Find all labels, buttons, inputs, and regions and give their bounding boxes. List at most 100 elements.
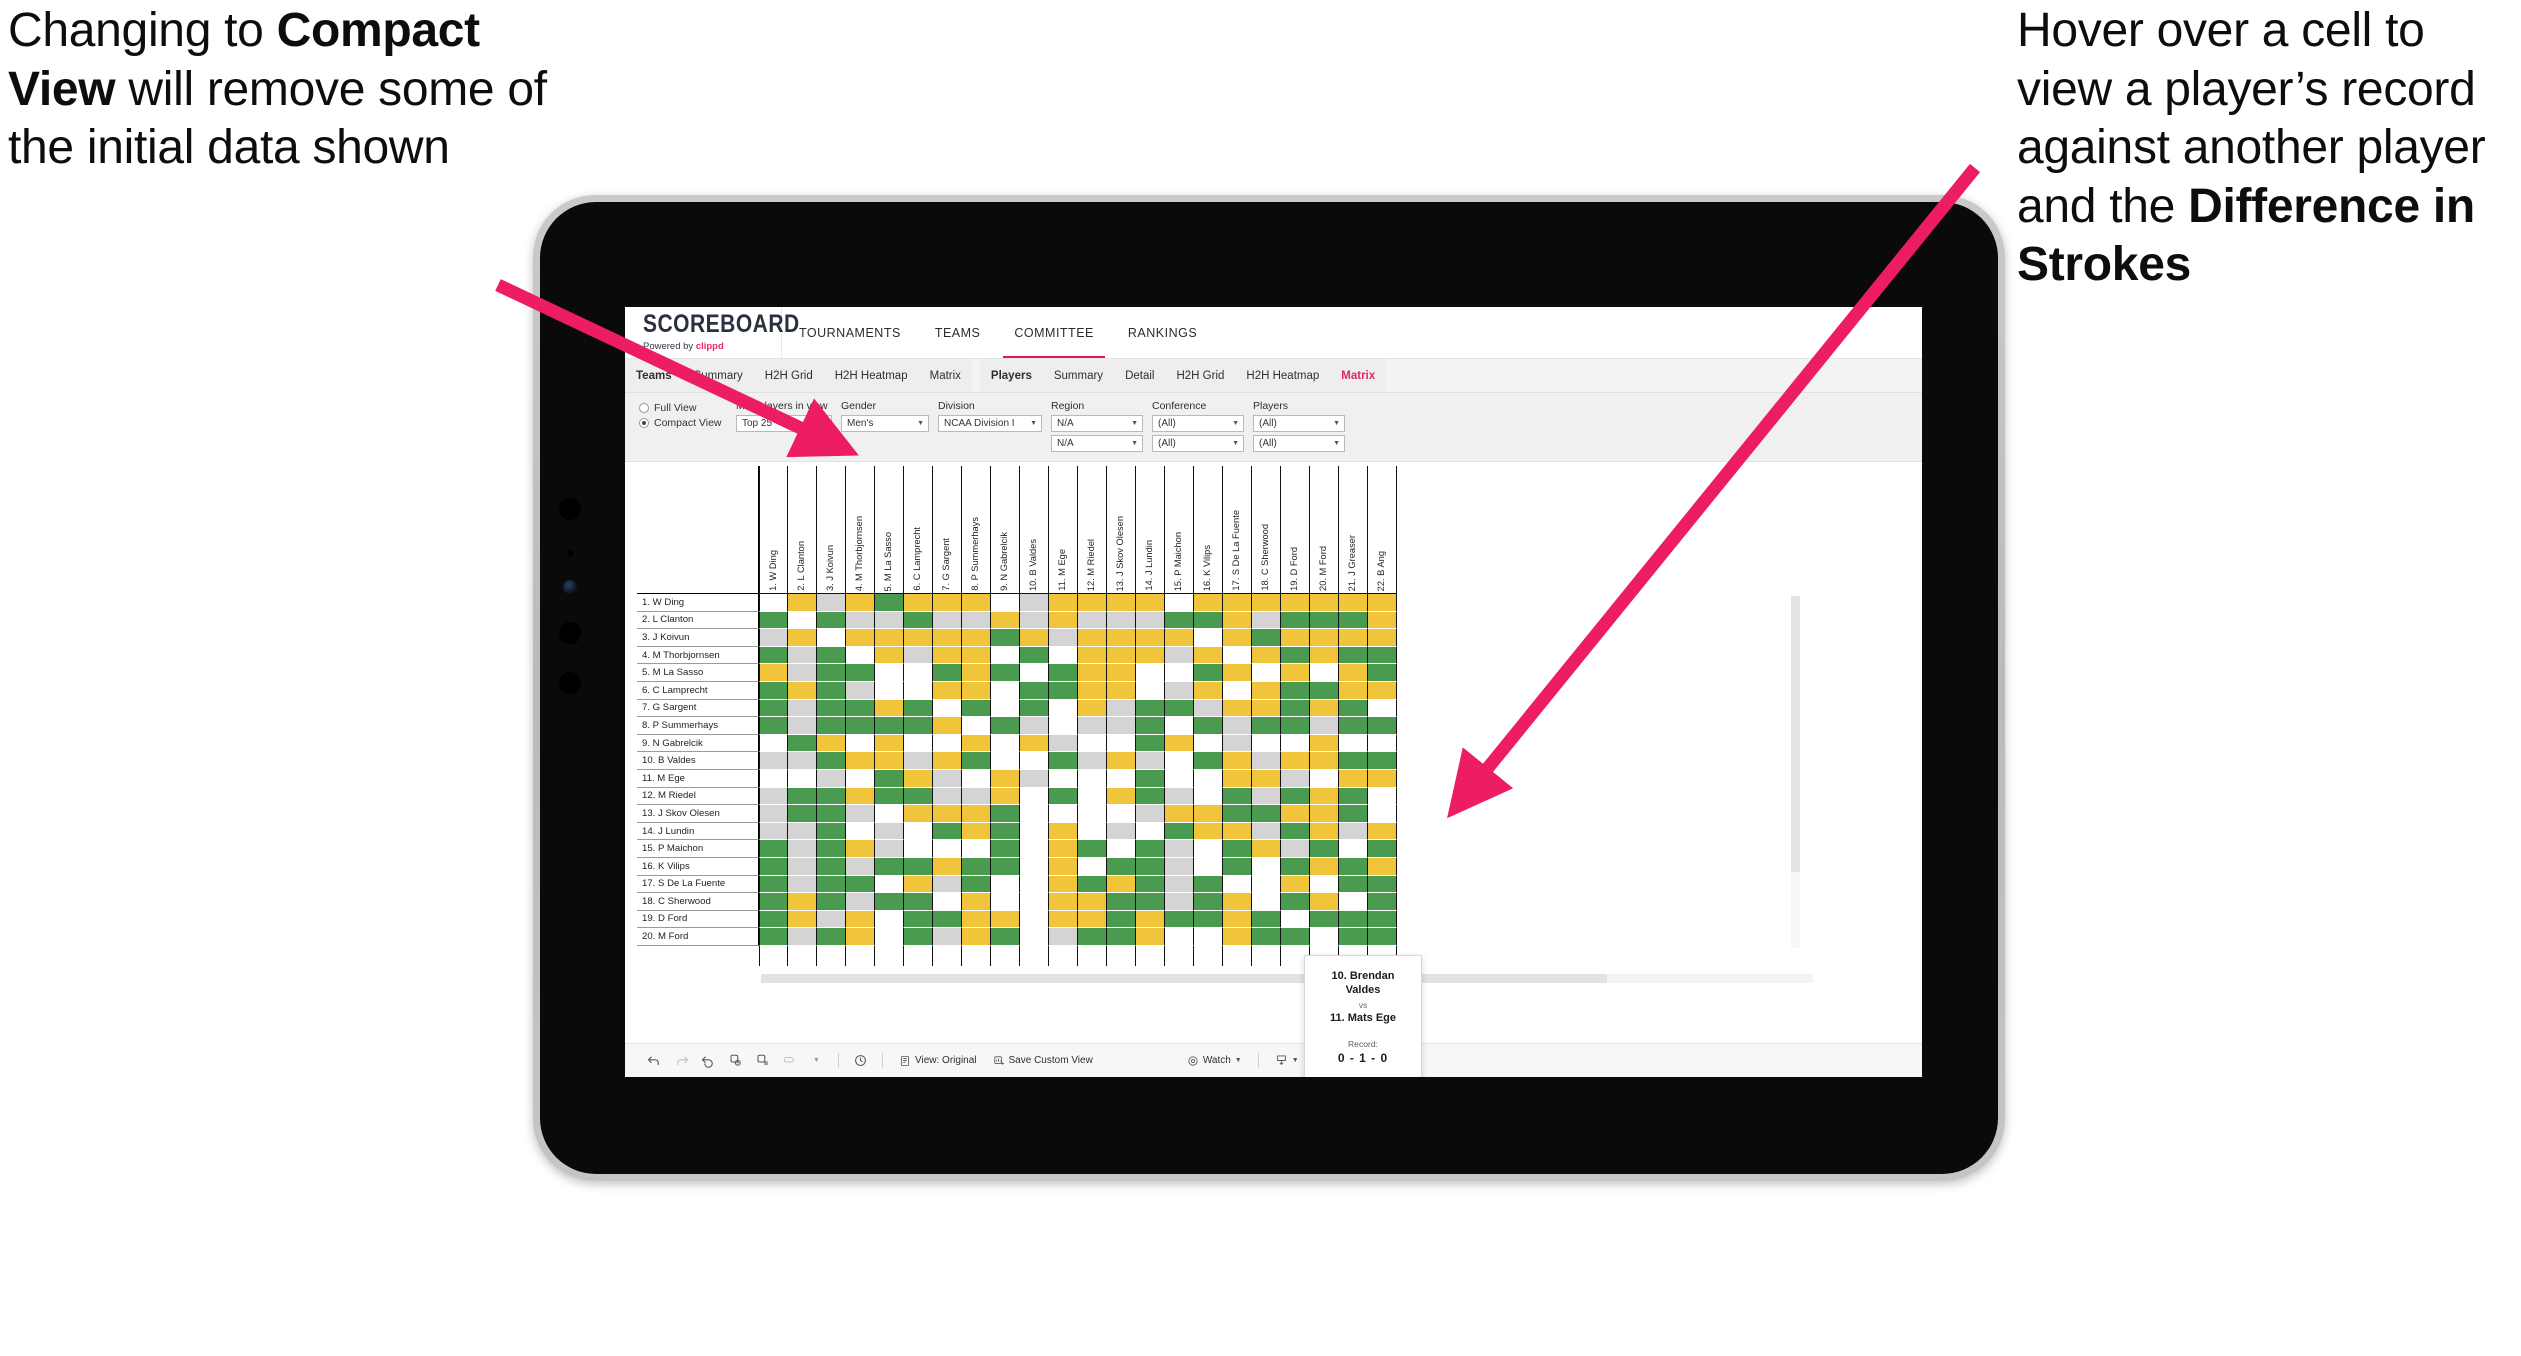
matrix-cell[interactable] <box>962 769 991 788</box>
matrix-cell[interactable] <box>1368 928 1397 946</box>
matrix-cell[interactable] <box>875 910 904 929</box>
matrix-cell[interactable] <box>1281 699 1310 718</box>
matrix-cell[interactable] <box>1310 611 1339 630</box>
matrix-cell[interactable] <box>1049 699 1078 718</box>
matrix-cell[interactable] <box>1078 805 1107 823</box>
matrix-cell[interactable] <box>759 752 788 770</box>
matrix-cell[interactable] <box>1165 611 1194 630</box>
horizontal-scrollbar-thumb[interactable] <box>761 974 1607 983</box>
matrix-cell[interactable] <box>933 787 962 806</box>
matrix-row-label[interactable]: 15. P Maichon <box>637 840 759 858</box>
matrix-column-header[interactable]: 17. S De La Fuente <box>1223 466 1252 594</box>
matrix-cell[interactable] <box>933 769 962 788</box>
subtab-players-detail[interactable]: Detail <box>1114 370 1165 382</box>
matrix-cell[interactable] <box>962 734 991 753</box>
matrix-column-header[interactable]: 21. J Greaser <box>1339 466 1368 594</box>
matrix-cell[interactable] <box>991 752 1020 770</box>
nav-teams[interactable]: TEAMS <box>918 307 998 358</box>
matrix-cell[interactable] <box>904 717 933 735</box>
matrix-grid[interactable] <box>759 594 1397 946</box>
matrix-cell[interactable] <box>933 752 962 770</box>
matrix-cell[interactable] <box>1165 717 1194 735</box>
matrix-cell[interactable] <box>991 734 1020 753</box>
matrix-cell[interactable] <box>1310 857 1339 876</box>
filter-players-select[interactable]: (All) ▼ <box>1253 415 1345 432</box>
matrix-cell[interactable] <box>1281 910 1310 929</box>
matrix-cell[interactable] <box>875 611 904 630</box>
matrix-cell[interactable] <box>759 629 788 647</box>
matrix-cell[interactable] <box>1049 928 1078 946</box>
matrix-cell[interactable] <box>1339 893 1368 911</box>
matrix-column-header[interactable]: 7. G Sargent <box>933 466 962 594</box>
matrix-cell[interactable] <box>788 805 817 823</box>
matrix-cell[interactable] <box>962 805 991 823</box>
matrix-cell[interactable] <box>1223 646 1252 665</box>
matrix-cell[interactable] <box>817 787 846 806</box>
matrix-cell[interactable] <box>817 857 846 876</box>
matrix-cell[interactable] <box>933 629 962 647</box>
matrix-cell[interactable] <box>1339 717 1368 735</box>
matrix-column-header[interactable]: 14. J Lundin <box>1136 466 1165 594</box>
matrix-cell[interactable] <box>1310 893 1339 911</box>
matrix-row-label[interactable]: 19. D Ford <box>637 910 759 929</box>
matrix-cell[interactable] <box>759 681 788 700</box>
matrix-row-label[interactable]: 7. G Sargent <box>637 699 759 718</box>
history-icon[interactable] <box>847 1048 874 1074</box>
matrix-cell[interactable] <box>1368 629 1397 647</box>
radio-full-view[interactable]: Full View <box>639 402 727 414</box>
matrix-cell[interactable] <box>1136 664 1165 682</box>
matrix-cell[interactable] <box>904 594 933 612</box>
matrix-cell[interactable] <box>1339 594 1368 612</box>
subtab-players-matrix[interactable]: Matrix <box>1330 370 1386 382</box>
matrix-cell[interactable] <box>846 805 875 823</box>
matrix-cell[interactable] <box>817 717 846 735</box>
filter-max-players-select[interactable]: Top 25 ▼ <box>736 415 832 432</box>
matrix-cell[interactable] <box>1078 646 1107 665</box>
matrix-cell[interactable] <box>1223 787 1252 806</box>
matrix-cell[interactable] <box>1310 787 1339 806</box>
matrix-cell[interactable] <box>817 822 846 841</box>
matrix-cell[interactable] <box>846 857 875 876</box>
matrix-cell[interactable] <box>1020 664 1049 682</box>
presentation-dropdown-icon[interactable]: ▼ <box>803 1048 830 1074</box>
matrix-cell[interactable] <box>1049 769 1078 788</box>
matrix-cell[interactable] <box>933 611 962 630</box>
matrix-cell[interactable] <box>1107 875 1136 894</box>
matrix-cell[interactable] <box>1310 840 1339 858</box>
matrix-cell[interactable] <box>991 594 1020 612</box>
matrix-cell[interactable] <box>1049 594 1078 612</box>
matrix-cell[interactable] <box>1252 664 1281 682</box>
matrix-cell[interactable] <box>904 611 933 630</box>
matrix-cell[interactable] <box>933 734 962 753</box>
matrix-cell[interactable] <box>1078 611 1107 630</box>
matrix-cell[interactable] <box>1107 594 1136 612</box>
matrix-cell[interactable] <box>1252 928 1281 946</box>
matrix-row-label[interactable]: 16. K Vilips <box>637 857 759 876</box>
matrix-cell[interactable] <box>1049 910 1078 929</box>
matrix-cell[interactable] <box>788 594 817 612</box>
matrix-row-label[interactable]: 5. M La Sasso <box>637 664 759 682</box>
matrix-cell[interactable] <box>817 594 846 612</box>
matrix-cell[interactable] <box>1136 840 1165 858</box>
matrix-cell[interactable] <box>875 734 904 753</box>
matrix-cell[interactable] <box>846 734 875 753</box>
matrix-cell[interactable] <box>1049 734 1078 753</box>
matrix-cell[interactable] <box>788 681 817 700</box>
matrix-cell[interactable] <box>759 787 788 806</box>
matrix-row-label[interactable]: 6. C Lamprecht <box>637 681 759 700</box>
matrix-cell[interactable] <box>933 805 962 823</box>
matrix-cell[interactable] <box>1223 822 1252 841</box>
matrix-cell[interactable] <box>1107 752 1136 770</box>
matrix-cell[interactable] <box>933 857 962 876</box>
matrix-cell[interactable] <box>904 805 933 823</box>
matrix-cell[interactable] <box>817 875 846 894</box>
matrix-cell[interactable] <box>1020 910 1049 929</box>
matrix-cell[interactable] <box>962 681 991 700</box>
matrix-cell[interactable] <box>788 629 817 647</box>
nav-tournaments[interactable]: TOURNAMENTS <box>782 307 918 358</box>
matrix-cell[interactable] <box>1020 787 1049 806</box>
matrix-cell[interactable] <box>846 629 875 647</box>
matrix-cell[interactable] <box>1049 681 1078 700</box>
matrix-cell[interactable] <box>759 734 788 753</box>
matrix-cell[interactable] <box>1223 629 1252 647</box>
